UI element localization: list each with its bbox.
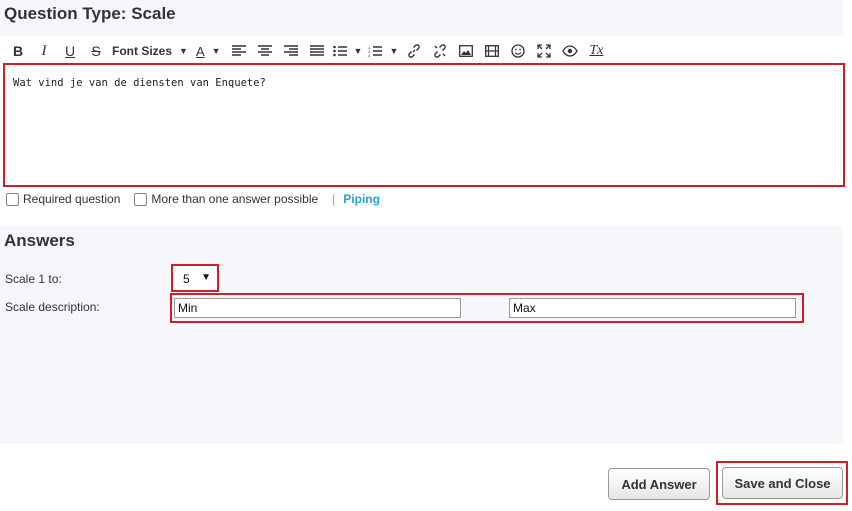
emoticon-button[interactable] bbox=[508, 41, 528, 61]
numbered-list-icon: 123 bbox=[368, 45, 383, 57]
chevron-down-icon: ▼ bbox=[201, 272, 211, 283]
question-text: Wat vind je van de diensten van Enquete? bbox=[13, 77, 266, 89]
align-right-button[interactable] bbox=[281, 41, 301, 61]
clear-format-button[interactable]: Tx bbox=[586, 41, 606, 61]
chevron-down-icon: ▼ bbox=[353, 46, 363, 56]
align-right-icon bbox=[283, 45, 298, 56]
fullscreen-button[interactable] bbox=[534, 41, 554, 61]
unlink-icon bbox=[434, 44, 447, 58]
required-checkbox[interactable] bbox=[6, 192, 19, 206]
fullscreen-icon bbox=[537, 44, 552, 58]
image-icon bbox=[459, 45, 474, 57]
align-center-icon bbox=[257, 45, 272, 56]
align-justify-button[interactable] bbox=[307, 41, 327, 61]
answers-panel: Answers Scale 1 to: 5 ▼ Scale descriptio… bbox=[0, 226, 843, 444]
piping-link[interactable]: Piping bbox=[343, 192, 380, 206]
save-and-close-button[interactable]: Save and Close bbox=[722, 467, 843, 499]
page-title: Question Type: Scale bbox=[4, 4, 176, 23]
link-icon bbox=[408, 44, 421, 58]
align-left-button[interactable] bbox=[229, 41, 249, 61]
unlink-button[interactable] bbox=[430, 41, 450, 61]
question-options: Required question More than one answer p… bbox=[6, 190, 606, 208]
font-sizes-dropdown[interactable]: Font Sizes ▼ bbox=[112, 41, 188, 61]
text-color-button[interactable]: A ▼ bbox=[196, 41, 221, 61]
scale-value: 5 bbox=[183, 272, 190, 286]
separator: | bbox=[332, 192, 336, 206]
scale-description-label: Scale description: bbox=[5, 300, 100, 314]
align-justify-icon bbox=[309, 45, 324, 56]
add-answer-button[interactable]: Add Answer bbox=[608, 468, 710, 500]
chevron-down-icon: ▼ bbox=[179, 46, 188, 56]
underline-button[interactable]: U bbox=[60, 41, 80, 61]
media-button[interactable] bbox=[482, 41, 502, 61]
text-color-icon: A bbox=[195, 43, 205, 59]
image-button[interactable] bbox=[456, 41, 476, 61]
align-left-icon bbox=[231, 45, 246, 56]
svg-text:3: 3 bbox=[368, 53, 371, 57]
min-description-input[interactable] bbox=[174, 298, 461, 318]
smiley-icon bbox=[511, 44, 526, 58]
question-editor[interactable]: Wat vind je van de diensten van Enquete? bbox=[3, 63, 845, 187]
chevron-down-icon: ▼ bbox=[211, 46, 221, 56]
multiple-answers-checkbox[interactable] bbox=[134, 192, 148, 206]
max-description-input[interactable] bbox=[509, 298, 796, 318]
italic-button[interactable]: I bbox=[34, 41, 54, 61]
preview-button[interactable] bbox=[560, 41, 580, 61]
scale-description-group bbox=[170, 293, 804, 323]
required-label: Required question bbox=[23, 192, 121, 206]
strikethrough-button[interactable]: S bbox=[86, 41, 106, 61]
multiple-answers-label: More than one answer possible bbox=[151, 192, 319, 206]
font-sizes-label: Font Sizes bbox=[112, 44, 173, 58]
bullet-list-icon bbox=[332, 45, 347, 57]
align-center-button[interactable] bbox=[255, 41, 275, 61]
link-button[interactable] bbox=[404, 41, 424, 61]
editor-toolbar: B I U S Font Sizes ▼ A ▼ ▼ 123 ▼ Tx bbox=[8, 40, 848, 62]
eye-icon bbox=[562, 45, 579, 57]
numbered-list-button[interactable]: 123 ▼ bbox=[368, 41, 398, 61]
bullet-list-button[interactable]: ▼ bbox=[332, 41, 363, 61]
scale-label: Scale 1 to: bbox=[5, 272, 62, 286]
bold-button[interactable]: B bbox=[8, 41, 28, 61]
film-icon bbox=[485, 45, 500, 57]
chevron-down-icon: ▼ bbox=[389, 46, 399, 56]
answers-title: Answers bbox=[4, 231, 75, 250]
scale-select[interactable]: 5 ▼ bbox=[171, 264, 219, 292]
